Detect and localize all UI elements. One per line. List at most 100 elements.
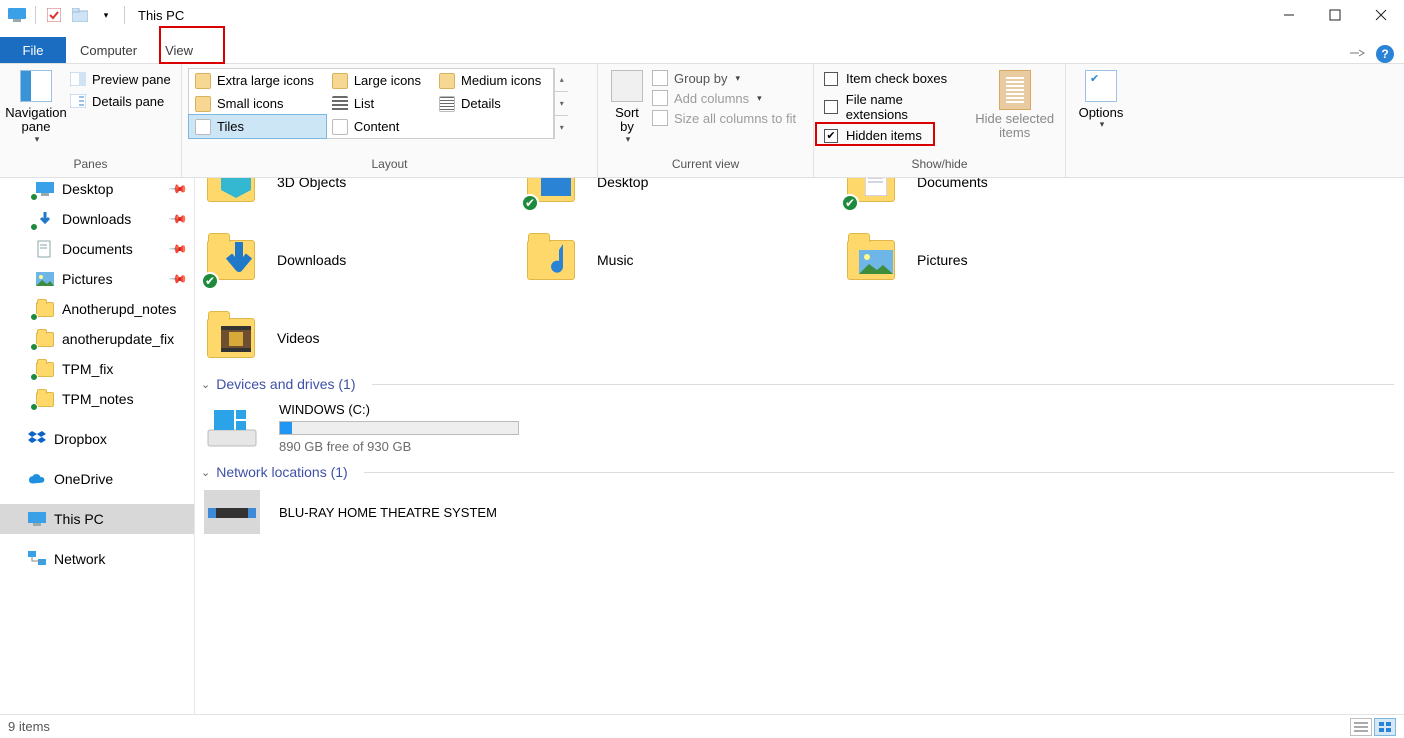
thispc-title-icon	[6, 4, 28, 26]
layout-list[interactable]: List	[326, 92, 433, 115]
layout-medium[interactable]: Medium icons	[433, 69, 553, 92]
chevron-expand-icon[interactable]: ▾	[555, 116, 568, 139]
nav-item-pictures[interactable]: Pictures📌	[0, 264, 194, 294]
layout-tiles[interactable]: Tiles	[188, 114, 327, 139]
tile-documents[interactable]: ✔ Documents	[839, 178, 1159, 214]
nav-root-dropbox[interactable]: Dropbox	[0, 424, 194, 454]
nav-root-thispc[interactable]: This PC	[0, 504, 194, 534]
downloads-icon	[36, 210, 54, 228]
nav-item-anotherupd-notes[interactable]: Anotherupd_notes	[0, 294, 194, 324]
group-by-button[interactable]: Group by▾	[650, 68, 798, 88]
tabs-right: ?	[1350, 45, 1404, 63]
chevron-up-icon[interactable]: ▴	[555, 68, 568, 92]
help-icon[interactable]: ?	[1376, 45, 1394, 63]
view-large-icons-button[interactable]	[1374, 718, 1396, 736]
qat-customize-dropdown-icon[interactable]: ▾	[95, 4, 117, 26]
content-area[interactable]: 3D Objects ✔ Desktop ✔ Documents ✔ Downl…	[195, 178, 1404, 714]
nav-tree[interactable]: Desktop📌 Downloads📌 Documents📌 Pictures📌…	[0, 178, 195, 714]
body: Desktop📌 Downloads📌 Documents📌 Pictures📌…	[0, 178, 1404, 714]
sort-by-icon	[611, 70, 643, 102]
group-label-layout: Layout	[188, 155, 591, 173]
tile-videos[interactable]: Videos	[199, 306, 519, 370]
add-columns-icon	[652, 90, 668, 106]
drive-usage-bar	[279, 421, 519, 435]
sync-badge-icon	[30, 403, 38, 411]
tile-downloads[interactable]: ✔ Downloads	[199, 228, 519, 292]
titlebar: ▾ This PC	[0, 0, 1404, 30]
separator	[35, 6, 36, 24]
nav-item-downloads[interactable]: Downloads📌	[0, 204, 194, 234]
group-label-panes: Panes	[6, 155, 175, 173]
section-network-locations[interactable]: ⌄ Network locations (1)	[199, 458, 1396, 486]
tab-computer[interactable]: Computer	[66, 37, 151, 63]
tile-3d-objects[interactable]: 3D Objects	[199, 178, 519, 214]
documents-folder-icon: ✔	[843, 178, 899, 210]
sync-badge-icon	[30, 223, 38, 231]
sync-badge-icon	[30, 193, 38, 201]
layout-content[interactable]: Content	[326, 115, 433, 138]
nav-root-onedrive[interactable]: OneDrive	[0, 464, 194, 494]
sort-by-button[interactable]: Sort by ▾	[604, 68, 650, 146]
maximize-button[interactable]	[1312, 0, 1358, 30]
sync-badge-icon: ✔	[201, 272, 219, 290]
nav-item-anotherupdate-fix[interactable]: anotherupdate_fix	[0, 324, 194, 354]
checkbox-unchecked-icon	[824, 100, 838, 114]
hidden-items-checkbox[interactable]: ✔Hidden items	[820, 125, 970, 146]
file-name-extensions-checkbox[interactable]: File name extensions	[820, 89, 970, 125]
qat-newfolder-icon[interactable]	[69, 4, 91, 26]
minimize-button[interactable]	[1266, 0, 1312, 30]
tab-view[interactable]: View	[151, 37, 207, 63]
group-options: Options ▾	[1066, 64, 1136, 177]
size-all-columns-button: Size all columns to fit	[650, 108, 798, 128]
layout-small[interactable]: Small icons	[189, 92, 326, 115]
tile-desktop[interactable]: ✔ Desktop	[519, 178, 839, 214]
layout-xl[interactable]: Extra large icons	[189, 69, 326, 92]
view-details-button[interactable]	[1350, 718, 1372, 736]
group-label-show-hide: Show/hide	[820, 155, 1059, 173]
drive-windows-c[interactable]: WINDOWS (C:) 890 GB free of 930 GB	[199, 398, 1396, 458]
tab-file[interactable]: File	[0, 37, 66, 63]
nav-item-tpm-notes[interactable]: TPM_notes	[0, 384, 194, 414]
large-icons-icon	[332, 73, 348, 89]
network-icon	[28, 550, 46, 568]
details-pane-button[interactable]: Details pane	[66, 90, 175, 112]
layout-gallery[interactable]: Extra large icons Large icons Medium ico…	[188, 68, 554, 139]
item-check-boxes-checkbox[interactable]: Item check boxes	[820, 68, 970, 89]
layout-details[interactable]: Details	[433, 92, 553, 115]
tile-pictures[interactable]: Pictures	[839, 228, 1159, 292]
separator	[124, 6, 125, 24]
preview-pane-button[interactable]: Preview pane	[66, 68, 175, 90]
thispc-icon	[28, 510, 46, 528]
music-folder-icon	[523, 232, 579, 288]
minimize-ribbon-icon[interactable]	[1350, 47, 1366, 62]
desktop-folder-icon: ✔	[523, 178, 579, 210]
navigation-pane-icon	[20, 70, 52, 102]
details-pane-icon	[70, 93, 86, 109]
chevron-down-icon: ▾	[733, 73, 740, 84]
nav-item-tpm-fix[interactable]: TPM_fix	[0, 354, 194, 384]
navigation-pane-button[interactable]: Navigation pane ▾	[6, 68, 66, 146]
layout-gallery-spinner[interactable]: ▴ ▾ ▾	[554, 68, 568, 139]
qat-properties-icon[interactable]	[43, 4, 65, 26]
3d-objects-icon	[203, 178, 259, 210]
chevron-down-icon[interactable]: ▾	[555, 92, 568, 116]
nav-item-desktop[interactable]: Desktop📌	[0, 178, 194, 204]
group-panes: Navigation pane ▾ Preview pane Details p…	[0, 64, 182, 177]
nav-item-documents[interactable]: Documents📌	[0, 234, 194, 264]
nav-root-network[interactable]: Network	[0, 544, 194, 574]
layout-large[interactable]: Large icons	[326, 69, 433, 92]
drive-icon	[203, 406, 261, 450]
tile-music[interactable]: Music	[519, 228, 839, 292]
group-show-hide: Item check boxes File name extensions ✔H…	[814, 64, 1066, 177]
group-layout: Extra large icons Large icons Medium ico…	[182, 64, 598, 177]
chevron-down-icon: ▾	[33, 135, 40, 145]
chevron-down-icon: ▾	[755, 93, 762, 104]
section-devices-drives[interactable]: ⌄ Devices and drives (1)	[199, 370, 1396, 398]
sync-badge-icon: ✔	[841, 194, 859, 212]
options-button[interactable]: Options ▾	[1072, 68, 1130, 132]
folder-icon	[36, 300, 54, 318]
downloads-folder-icon: ✔	[203, 232, 259, 288]
netloc-bluray[interactable]: BLU-RAY HOME THEATRE SYSTEM	[199, 486, 1396, 538]
hide-selected-button[interactable]: Hide selected items	[970, 68, 1059, 143]
close-button[interactable]	[1358, 0, 1404, 30]
